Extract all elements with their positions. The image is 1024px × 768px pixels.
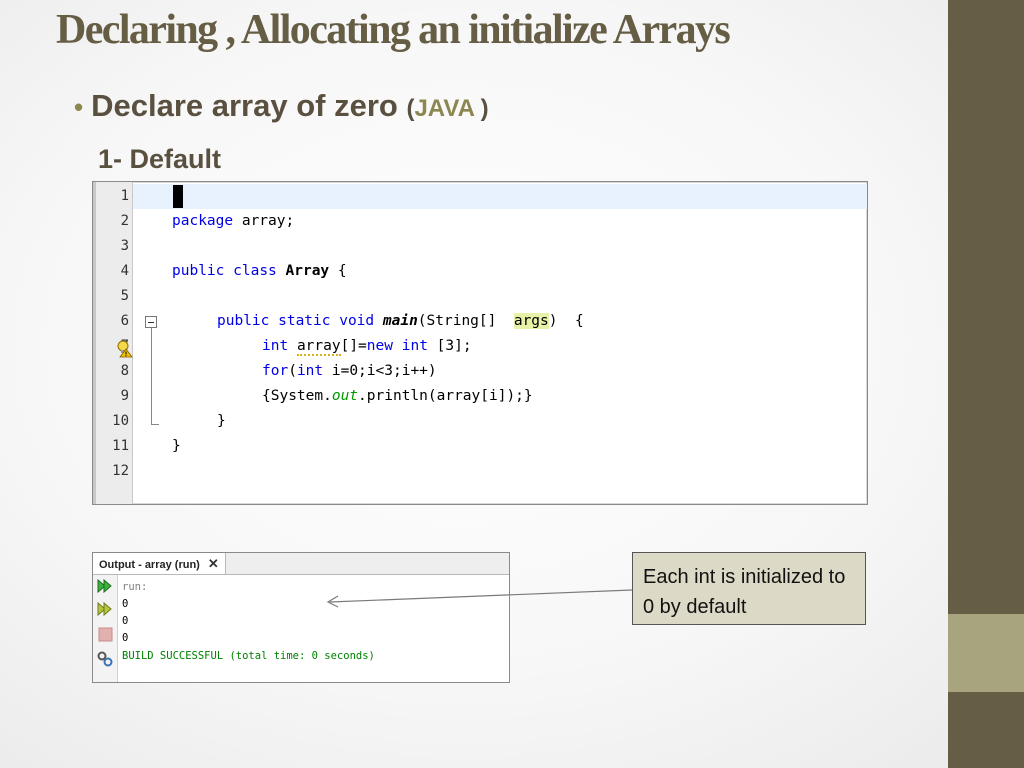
line-number: 8	[120, 363, 129, 379]
output-tab[interactable]: Output - array (run) ✕	[93, 553, 226, 574]
code-line-for: for(int i=0;i<3;i++)	[262, 359, 437, 384]
code-editor[interactable]: 1 2 3 4 5 6 7 8 9 10 11 12 package array…	[92, 181, 868, 505]
print-tail: .println(array[i]);}	[358, 388, 533, 404]
fold-guide-end	[151, 424, 159, 425]
line-number: 4	[120, 263, 129, 279]
line-number: 6	[120, 313, 129, 329]
output-line: run:	[122, 581, 148, 593]
method-main: main	[382, 313, 418, 329]
code-line-class: public class Array {	[172, 259, 347, 284]
code-line-close-class: }	[172, 438, 181, 454]
output-tab-label: Output - array (run)	[99, 559, 200, 571]
code-line-close-method: }	[217, 413, 226, 429]
line-number: 10	[112, 413, 129, 429]
main-params: (String[]	[417, 313, 506, 329]
lightbulb-warning-icon[interactable]	[117, 340, 133, 358]
decl-tail: [3];	[427, 338, 472, 354]
output-build-status: BUILD SUCCESSFUL (total time: 0 seconds)	[122, 650, 375, 662]
main-tail: ) {	[548, 313, 584, 329]
line-number: 5	[120, 288, 129, 304]
bullet-declare-array: • Declare array of zero (JAVA )	[74, 88, 489, 124]
code-line-package: package array;	[172, 209, 294, 234]
line-number: 11	[112, 438, 129, 454]
sidebar-accent	[948, 614, 1024, 692]
code-line-main: public static void main(String[] args) {	[217, 309, 584, 334]
kw-for: for	[262, 363, 289, 379]
line-number: 9	[120, 388, 129, 404]
slide-title: Declaring , Allocating an initialize Arr…	[56, 7, 731, 53]
bullet-dot-icon: •	[74, 92, 84, 122]
callout-box: Each int is initialized to 0 by default	[632, 552, 866, 625]
settings-icon[interactable]	[96, 651, 114, 667]
output-panel: Output - array (run) ✕ run: 0 0 0 BUILD S…	[92, 552, 510, 683]
decl-mid: []=	[340, 338, 367, 354]
kw-class: class	[233, 263, 277, 279]
subheading-default: 1- Default	[98, 144, 222, 174]
package-name: array;	[233, 213, 295, 229]
close-icon[interactable]: ✕	[208, 556, 219, 571]
line-number: 2	[120, 213, 129, 229]
rerun-with-params-icon[interactable]	[96, 601, 114, 617]
bullet-text: Declare array of zero	[91, 88, 407, 123]
for-open: (	[288, 363, 297, 379]
kw-new: new	[366, 338, 393, 354]
fold-guide	[151, 328, 152, 424]
output-line: 0	[122, 632, 129, 644]
code-line-print: {System.out.println(array[i]);}	[262, 384, 533, 409]
output-tab-bar: Output - array (run) ✕	[93, 553, 509, 575]
line-number: 1	[120, 188, 129, 204]
fold-toggle-icon[interactable]	[145, 316, 157, 328]
for-tail: i=0;i<3;i++)	[323, 363, 437, 379]
text-caret	[173, 185, 183, 208]
line-number: 12	[112, 463, 129, 479]
field-out: out	[331, 388, 359, 404]
brace-open: {	[329, 263, 347, 279]
rerun-icon[interactable]	[96, 578, 114, 594]
output-line: 0	[122, 598, 129, 610]
line-number: 3	[120, 238, 129, 254]
kw-package: package	[172, 213, 234, 229]
class-name: Array	[285, 263, 330, 279]
kw-int-3: int	[296, 363, 324, 379]
param-args: args	[513, 313, 549, 329]
kw-public: public	[172, 263, 225, 279]
bullet-language: JAVA	[414, 95, 475, 122]
stop-icon[interactable]	[96, 627, 114, 643]
kw-public-static-void: public static void	[217, 313, 375, 329]
kw-int-2: int	[401, 338, 428, 354]
kw-int: int	[262, 338, 289, 354]
print-head: {System.	[262, 388, 332, 404]
output-line: 0	[122, 615, 129, 627]
current-line-highlight	[133, 184, 867, 209]
output-toolbar	[93, 575, 118, 682]
bullet-paren-close: )	[474, 95, 489, 122]
code-line-declaration: int array[]=new int [3];	[262, 334, 472, 359]
ident-array: array	[296, 338, 341, 356]
